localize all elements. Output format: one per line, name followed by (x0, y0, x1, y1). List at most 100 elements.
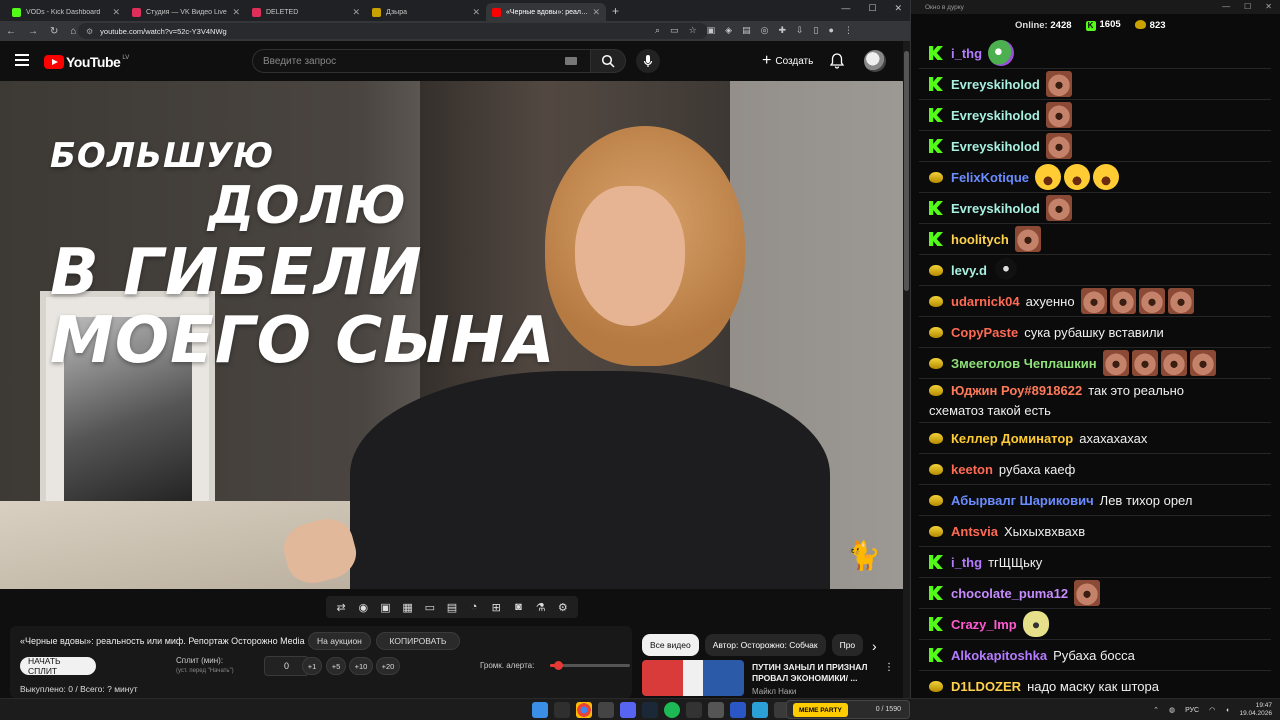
menu-kebab-icon[interactable]: ⋮ (844, 25, 853, 36)
forward-icon[interactable]: → (28, 26, 38, 37)
menu-hamburger-icon[interactable] (15, 54, 29, 66)
browser-tab[interactable]: Студия — VK Видео Live ✕ (126, 3, 246, 21)
chat-nickname[interactable]: Келлер Доминатор (951, 431, 1073, 446)
meme-party-widget[interactable]: MEME PARTY 0 / 1590 (786, 700, 910, 719)
browser-tab[interactable]: DELETED ✕ (246, 3, 366, 21)
copy-button[interactable]: КОПИРОВАТЬ (376, 632, 460, 650)
search-page-icon[interactable]: ⌕ (655, 25, 660, 36)
tab-close-icon[interactable]: ✕ (472, 7, 480, 18)
minimize-icon[interactable]: — (841, 3, 850, 14)
extensions-puzzle-icon[interactable]: ✚ (778, 25, 786, 36)
settings-gear-icon[interactable]: ⚙ (554, 601, 572, 614)
cinema-icon[interactable]: ▤ (443, 601, 461, 614)
auction-button[interactable]: На аукцион (308, 632, 371, 650)
page-scrollbar[interactable] (903, 41, 910, 698)
clapper-icon[interactable]: ▦ (399, 601, 417, 614)
sidepanel-icon[interactable]: ▯ (814, 25, 819, 36)
increment-button[interactable]: +20 (376, 657, 400, 675)
close-window-icon[interactable]: ✕ (1265, 2, 1272, 11)
extension-icon[interactable]: ▤ (742, 25, 751, 36)
bookmark-star-icon[interactable]: ☆ (689, 25, 697, 36)
related-video-title[interactable]: ПУТИН ЗАНЫЛ И ПРИЗНАЛ ПРОВАЛ ЭКОНОМИКИ/ … (752, 662, 892, 684)
chat-nickname[interactable]: Crazy_Imp (951, 617, 1017, 632)
create-button[interactable]: + Создать (756, 50, 819, 72)
increment-button[interactable]: +1 (302, 657, 322, 675)
player-icon[interactable] (730, 702, 746, 718)
new-tab-button[interactable]: + (612, 4, 619, 18)
volume-knob[interactable] (554, 661, 563, 670)
chip-author[interactable]: Автор: Осторожно: Собчак (704, 634, 826, 656)
close-window-icon[interactable]: ✕ (894, 3, 902, 14)
profile-icon[interactable]: ● (829, 25, 834, 36)
scrollbar-thumb[interactable] (904, 51, 909, 291)
picture-in-picture-icon[interactable]: ▭ (421, 601, 439, 614)
tab-close-icon[interactable]: ✕ (112, 7, 120, 18)
tab-close-icon[interactable]: ✕ (232, 7, 240, 18)
account-avatar[interactable] (864, 50, 886, 72)
minimize-icon[interactable]: — (1222, 2, 1230, 11)
watch-later-icon[interactable]: ▣ (376, 601, 394, 614)
search-input[interactable]: Введите запрос (252, 49, 592, 73)
tab-close-icon[interactable]: ✕ (352, 7, 360, 18)
extension-icon[interactable]: ◎ (761, 25, 769, 36)
chat-nickname[interactable]: Antsvia (951, 524, 998, 539)
voice-search-button[interactable] (636, 49, 660, 73)
loop-icon[interactable]: ⇄ (332, 601, 350, 614)
chat-nickname[interactable]: i_thg (951, 555, 982, 570)
screenshot-camera-icon[interactable]: ◙ (509, 601, 527, 613)
clock[interactable]: 19:47 19.04.2026 (1239, 702, 1272, 718)
chat-nickname[interactable]: Юджин Роу#8918622 (951, 383, 1082, 398)
tab-close-icon[interactable]: ✕ (592, 7, 600, 18)
speed-gauge-icon[interactable]: ◔ (465, 601, 483, 613)
flask-icon[interactable]: ⚗ (532, 601, 550, 614)
chat-nickname[interactable]: levy.d (951, 263, 987, 278)
chat-nickname[interactable]: Evreyskiholod (951, 201, 1040, 216)
add-playlist-icon[interactable]: ⊞ (487, 601, 505, 614)
start-split-button[interactable]: НАЧАТЬ СПЛИТ (20, 656, 96, 676)
related-video-channel[interactable]: Майкл Наки (752, 687, 796, 696)
chat-nickname[interactable]: Evreyskiholod (951, 77, 1040, 92)
more-options-icon[interactable]: ⋮ (884, 662, 894, 673)
chevron-right-icon[interactable]: › (872, 638, 877, 654)
extension-icon[interactable]: ◈ (725, 25, 732, 36)
chrome-icon[interactable] (576, 702, 592, 718)
explorer-icon[interactable] (598, 702, 614, 718)
windows-start-icon[interactable] (532, 702, 548, 718)
home-icon[interactable]: ⌂ (70, 26, 76, 37)
chat-nickname[interactable]: udarnick04 (951, 294, 1020, 309)
obs-icon[interactable] (686, 702, 702, 718)
chat-nickname[interactable]: hoolitych (951, 232, 1009, 247)
search-icon[interactable] (554, 702, 570, 718)
chip-all-videos[interactable]: Все видео (642, 634, 699, 656)
chat-nickname[interactable]: keeton (951, 462, 993, 477)
chat-nickname[interactable]: FelixKotique (951, 170, 1029, 185)
telegram-icon[interactable] (752, 702, 768, 718)
download-icon[interactable]: ⇩ (796, 25, 804, 36)
chat-nickname[interactable]: Alkokapitoshka (951, 648, 1047, 663)
chat-nickname[interactable]: chocolate_puma12 (951, 586, 1068, 601)
spotify-icon[interactable] (664, 702, 680, 718)
cast-icon[interactable]: ▭ (670, 25, 679, 36)
alert-volume-slider[interactable] (550, 661, 630, 670)
youtube-logo[interactable]: YouTube LV (44, 54, 129, 70)
search-button[interactable] (590, 49, 626, 73)
volume-icon[interactable]: ◖ (1225, 707, 1229, 714)
chat-nickname[interactable]: D1LDOZER (951, 679, 1021, 694)
browser-tab[interactable]: Дзыра ✕ (366, 3, 486, 21)
chat-nickname[interactable]: CopyPaste (951, 325, 1018, 340)
increment-button[interactable]: +5 (326, 657, 346, 675)
related-video-thumbnail[interactable] (642, 660, 744, 696)
language-indicator[interactable]: РУС (1185, 707, 1199, 714)
chat-nickname[interactable]: Evreyskiholod (951, 108, 1040, 123)
chat-nickname[interactable]: Абырвалг Шарикович (951, 493, 1094, 508)
related-video-item[interactable]: ПУТИН ЗАНЫЛ И ПРИЗНАЛ ПРОВАЛ ЭКОНОМИКИ/ … (642, 660, 902, 696)
increment-button[interactable]: +10 (349, 657, 373, 675)
wifi-icon[interactable]: ◠ (1209, 706, 1215, 714)
back-icon[interactable]: ← (6, 26, 16, 37)
url-field[interactable]: ⚙ youtube.com/watch?v=52c-Y3V4NWg (78, 23, 708, 39)
browser-tab[interactable]: VODs - Kick Dashboard ✕ (6, 3, 126, 21)
chat-nickname[interactable]: Evreyskiholod (951, 139, 1040, 154)
chat-nickname[interactable]: i_thg (951, 46, 982, 61)
chat-nickname[interactable]: Змееголов Чеплашкин (951, 356, 1097, 371)
steam-icon[interactable] (642, 702, 658, 718)
